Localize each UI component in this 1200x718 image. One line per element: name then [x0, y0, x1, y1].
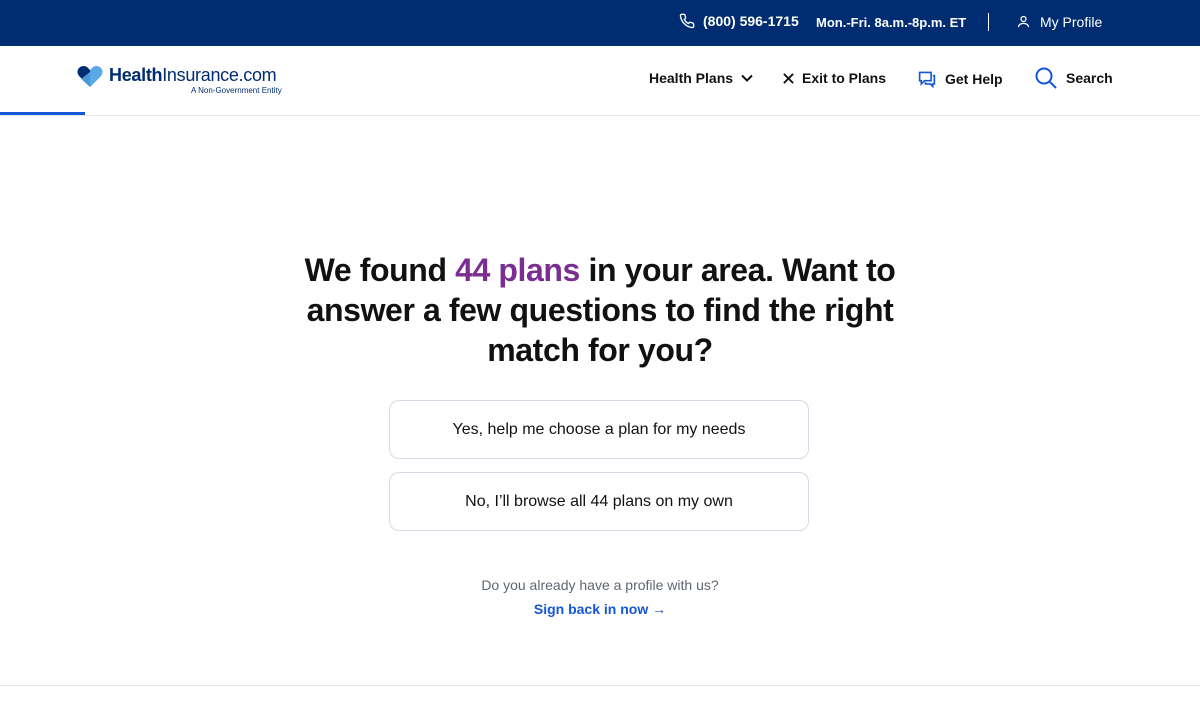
sign-in-link[interactable]: Sign back in now →	[300, 601, 900, 617]
exit-to-plans-button[interactable]: Exit to Plans	[783, 70, 886, 86]
user-icon	[1017, 15, 1030, 28]
chat-bubble-icon	[918, 71, 936, 88]
existing-profile-question: Do you already have a profile with us?	[481, 577, 719, 593]
headline-lead: We found	[304, 252, 456, 288]
heart-logo-icon	[77, 65, 103, 87]
nav-health-plans-label: Health Plans	[649, 70, 734, 86]
topbar-divider	[988, 13, 989, 31]
search-label: Search	[1066, 70, 1113, 86]
main-header: HealthInsurance.com A Non-Government Ent…	[0, 46, 1200, 116]
support-hours: Mon.-Fri. 8a.m.-8p.m. ET	[816, 15, 967, 30]
logo-tagline: A Non-Government Entity	[191, 86, 282, 95]
search-button[interactable]: Search	[1034, 66, 1113, 90]
my-profile-label[interactable]: My Profile	[1040, 14, 1102, 30]
exit-to-plans-label: Exit to Plans	[802, 70, 887, 86]
phone-link[interactable]: (800) 596-1715	[679, 13, 799, 29]
search-icon	[1035, 67, 1057, 89]
plan-count-highlight: 44 plans	[455, 252, 580, 288]
close-icon	[783, 72, 794, 84]
phone-number[interactable]: (800) 596-1715	[703, 13, 799, 29]
nav-health-plans[interactable]: Health Plans	[649, 70, 753, 86]
progress-bar	[0, 112, 85, 115]
page-headline: We found 44 plans in your area. Want to …	[300, 250, 900, 370]
footer-divider	[0, 685, 1200, 686]
get-help-button[interactable]: Get Help	[917, 70, 1003, 88]
logo-wordmark: HealthInsurance.com	[109, 65, 277, 86]
site-logo[interactable]: HealthInsurance.com A Non-Government Ent…	[75, 65, 295, 101]
plan-quiz-prompt: We found 44 plans in your area. Want to …	[0, 116, 1200, 685]
my-profile-link[interactable]: My Profile	[1016, 13, 1102, 30]
logo-wordmark-bold: Health	[109, 65, 163, 85]
get-help-label: Get Help	[945, 71, 1003, 87]
help-me-choose-button[interactable]: Yes, help me choose a plan for my needs	[389, 400, 809, 459]
chevron-down-icon	[741, 74, 753, 82]
browse-all-plans-button[interactable]: No, I’ll browse all 44 plans on my own	[389, 472, 809, 531]
logo-wordmark-light: Insurance.com	[162, 65, 277, 85]
phone-icon	[679, 13, 695, 29]
top-utility-bar: (800) 596-1715 Mon.-Fri. 8a.m.-8p.m. ET …	[0, 0, 1200, 46]
